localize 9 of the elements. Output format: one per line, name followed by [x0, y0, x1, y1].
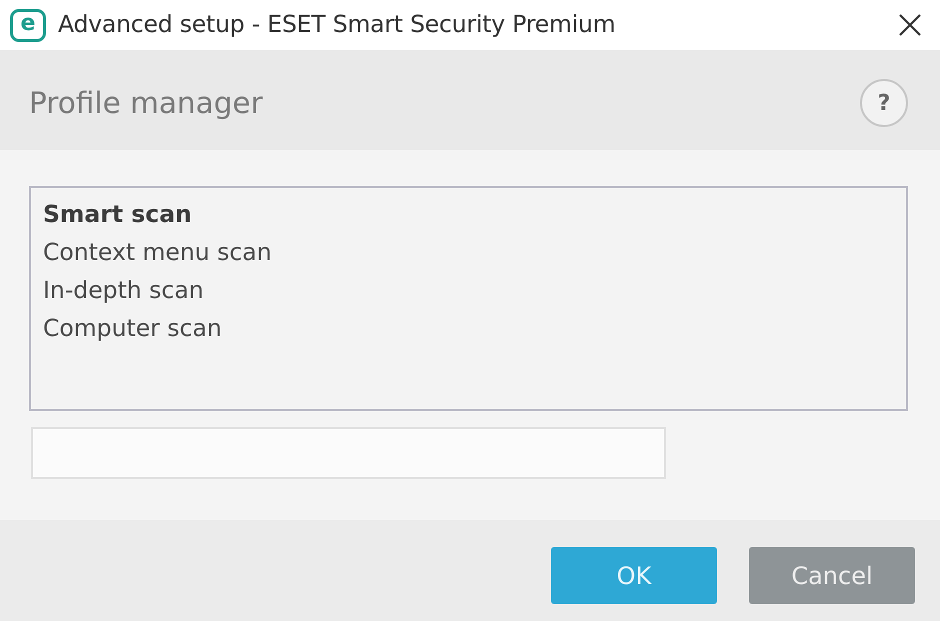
profile-item[interactable]: Context menu scan — [43, 233, 894, 271]
profile-item[interactable]: Smart scan — [43, 195, 894, 233]
help-button[interactable]: ? — [860, 79, 908, 127]
profile-name-field[interactable] — [31, 427, 666, 479]
section-title: Profile manager — [29, 84, 263, 122]
app-logo-icon: e — [10, 8, 46, 42]
window-title: Advanced setup - ESET Smart Security Premium — [58, 9, 616, 40]
profile-item[interactable]: Computer scan — [43, 309, 894, 347]
profile-item[interactable]: In-depth scan — [43, 271, 894, 309]
